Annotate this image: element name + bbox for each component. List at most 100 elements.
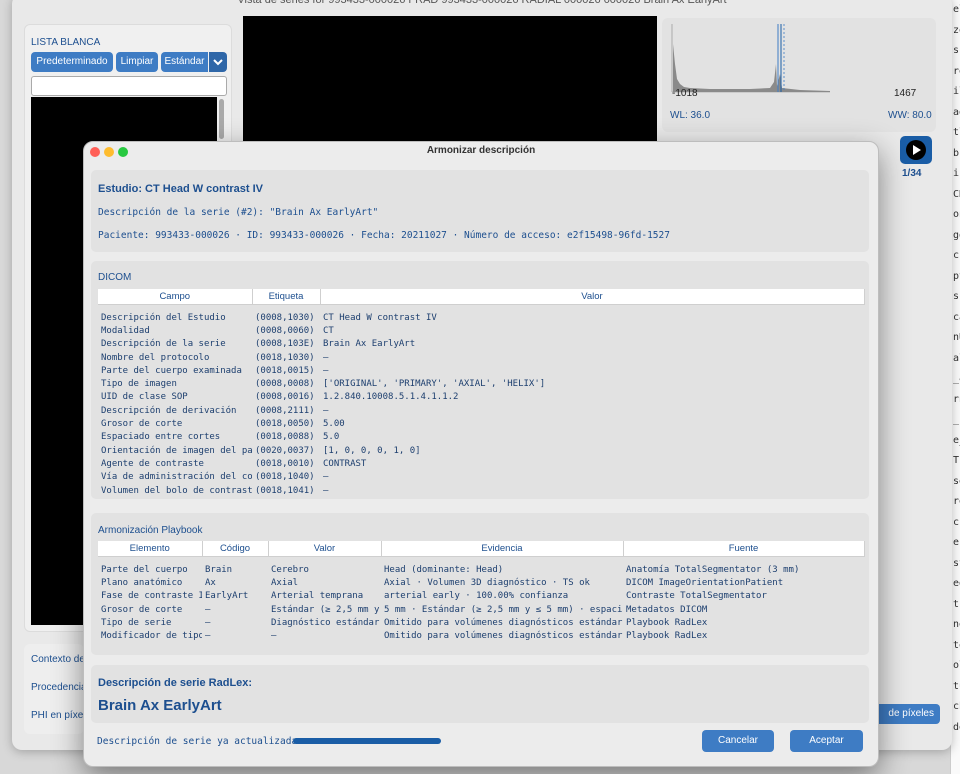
series-description-line: Descripción de la serie (#2): "Brain Ax … <box>98 207 379 218</box>
column-header[interactable]: Campo <box>98 289 253 305</box>
column-header[interactable]: Etiqueta <box>252 289 321 305</box>
editor-line: sc <box>953 45 960 56</box>
table-cell: (0018,0010) <box>255 458 315 469</box>
editor-line: il <box>953 86 960 97</box>
whitelist-input[interactable] <box>31 76 227 96</box>
table-cell: Agente de contraste <box>101 458 204 469</box>
table-cell: — <box>271 631 277 642</box>
table-row: Vía de administración del con (0018,1040)… <box>98 471 864 484</box>
image-viewer[interactable] <box>243 16 657 146</box>
editor-line: c <box>953 516 960 528</box>
table-cell: Tipo de serie <box>101 617 172 628</box>
editor-line: nU <box>953 332 960 343</box>
frame-counter: 1/34 <box>902 168 922 179</box>
table-row: Parte del cuerpo Brain Cerebro Head (domina… <box>98 557 864 577</box>
editor-line: es <box>953 537 960 548</box>
table-cell: 5 mm · Estándar (≥ 2,5 mm y ≤ 5 mm) · es… <box>384 604 623 615</box>
phi-label: PHI en píxel <box>31 710 86 721</box>
chevron-down-icon[interactable] <box>209 52 227 72</box>
table-cell: Descripción de la serie <box>101 339 226 350</box>
table-cell: Metadatos DICOM <box>626 604 708 615</box>
patient-line: Paciente: 993433-000026 · ID: 993433-000… <box>98 230 670 241</box>
table-row: Grosor de corte (0018,0050) 5.00 <box>98 417 864 430</box>
table-cell: (0018,1030) <box>255 352 315 363</box>
table-cell: Playbook RadLex <box>626 617 708 628</box>
editor-line: device: A <box>953 721 960 733</box>
clear-button[interactable]: Limpiar <box>116 52 158 72</box>
histogram-panel: -1018 1467 WL: 36.0 WW: 80.0 <box>662 18 936 132</box>
table-cell: Nombre del protocolo <box>101 352 210 363</box>
table-cell: Axial · Volumen 3D diagnóstico · TS ok <box>384 577 590 588</box>
table-row: Parte del cuerpo examinada (0018,0015) — <box>98 364 864 377</box>
column-header[interactable]: Valor <box>320 289 865 305</box>
column-header[interactable]: Elemento <box>98 541 203 557</box>
table-cell: EarlyArt <box>205 591 249 602</box>
table-cell: [1, 0, 0, 0, 1, 0] <box>323 445 421 456</box>
table-cell: Descripción de derivación <box>101 405 237 416</box>
default-button[interactable]: Predeterminado <box>31 52 113 72</box>
editor-line: T <box>953 455 960 466</box>
table-cell: CT <box>323 325 334 336</box>
table-cell: — <box>323 485 329 496</box>
table-cell: Head (dominante: Head) <box>384 564 504 575</box>
table-cell: — <box>323 365 329 376</box>
dialog-title: Armonizar descripción <box>426 145 536 156</box>
pixel-phi-button[interactable]: de píxeles <box>874 704 940 724</box>
radlex-label: Descripción de serie RadLex: <box>98 677 253 689</box>
cancel-button[interactable]: Cancelar <box>702 730 774 752</box>
dicom-table: Campo Etiqueta Valor Descripción del Estud… <box>98 289 865 497</box>
editor-line: ca <box>953 311 960 323</box>
table-cell: (0008,1030) <box>255 312 315 323</box>
table-cell: Plano anatómico <box>101 577 183 588</box>
table-cell: (0018,0015) <box>255 365 315 376</box>
play-button[interactable] <box>900 136 932 164</box>
editor-line: _a <box>953 373 960 384</box>
table-cell: CT Head W contrast IV <box>323 312 437 323</box>
playbook-card: Armonización Playbook Elemento Código Valo… <box>91 513 869 655</box>
column-header[interactable]: Código <box>202 541 269 557</box>
window-level: WL: 36.0 <box>670 110 711 121</box>
table-cell: (0008,2111) <box>255 405 315 416</box>
table-cell: Cerebro <box>271 564 309 575</box>
editor-line: to <box>953 639 960 651</box>
editor-line: i <box>953 168 960 179</box>
table-row: Plano anatómico Ax Axial Axial · Volumen 3D… <box>98 576 864 589</box>
dicom-card: DICOM Campo Etiqueta Valor Descripción del… <box>91 261 869 499</box>
editor-line: re <box>953 496 960 507</box>
table-cell: 5.00 <box>323 419 345 430</box>
table-cell: — <box>323 472 329 483</box>
accept-button[interactable]: Aceptar <box>790 730 863 752</box>
table-cell: Arterial temprana <box>271 591 364 602</box>
scrollbar[interactable] <box>219 99 224 139</box>
table-cell: Omitido para volúmenes diagnósticos está… <box>384 617 623 628</box>
table-cell: — <box>205 631 211 642</box>
table-cell: Orientación de imagen del pac <box>101 445 252 456</box>
table-cell: Grosor de corte <box>101 604 183 615</box>
editor-line: b <box>953 147 960 159</box>
table-cell: — <box>323 405 329 416</box>
harmonize-dialog: Armonizar descripción Estudio: CT Head W… <box>83 141 879 767</box>
column-header[interactable]: Fuente <box>623 541 865 557</box>
table-cell: (0018,0088) <box>255 432 315 443</box>
histogram-chart[interactable] <box>670 24 830 94</box>
editor-line: ne <box>953 619 960 630</box>
column-header[interactable]: Valor <box>268 541 382 557</box>
table-cell: — <box>205 617 211 628</box>
info-panel: Contexto de Procedencia PHI en píxel <box>24 644 87 734</box>
table-cell: Playbook RadLex <box>626 631 708 642</box>
hist-min-label: -1018 <box>672 88 698 99</box>
editor-line: t: <box>953 598 960 610</box>
table-cell: Tipo de imagen <box>101 379 177 390</box>
editor-line: ad <box>953 106 960 118</box>
editor-line: re <box>953 65 960 77</box>
provenance-label: Procedencia <box>31 682 87 693</box>
table-cell: Espaciado entre cortes <box>101 432 221 443</box>
column-header[interactable]: Evidencia <box>381 541 624 557</box>
table-row: Orientación de imagen del pac (0020,0037)… <box>98 444 864 457</box>
table-row: Fase de contraste I EarlyArt Arterial temp… <box>98 590 864 603</box>
standard-select[interactable]: Estándar <box>161 52 208 72</box>
table-cell: DICOM ImageOrientationPatient <box>626 577 784 588</box>
table-cell: Contraste TotalSegmentator <box>626 591 767 602</box>
table-cell: (0008,0016) <box>255 392 315 403</box>
table-cell: Descripción del Estudio <box>101 312 226 323</box>
